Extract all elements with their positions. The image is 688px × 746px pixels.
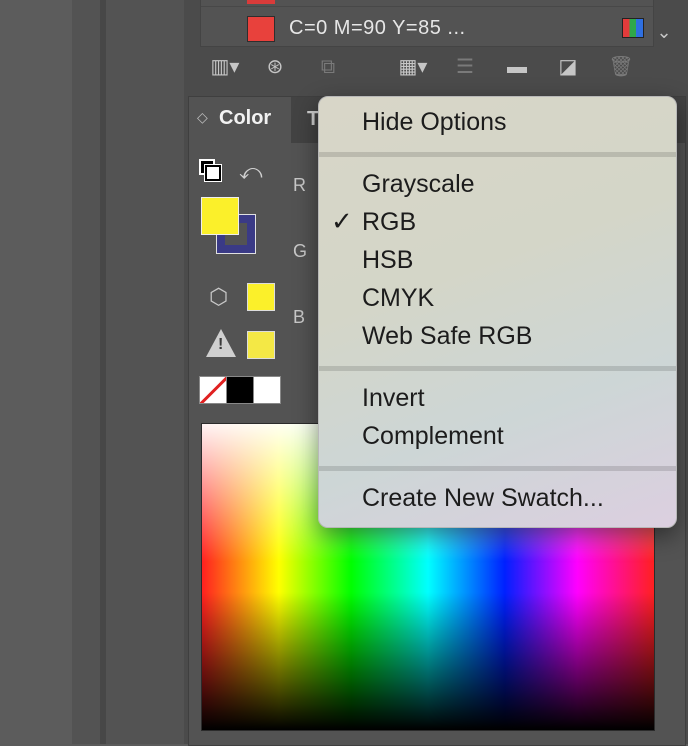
menu-separator: [319, 466, 676, 471]
menu-item-invert[interactable]: Invert: [362, 384, 425, 413]
menu-item-create-new-swatch[interactable]: Create New Swatch...: [362, 484, 604, 513]
fill-swatch[interactable]: [201, 197, 239, 235]
swatches-toolbar: ▥▾ ⊛ ⧉ ▦▾ ☰ ▬ ◪ 🗑: [200, 50, 660, 84]
menu-separator: [319, 152, 676, 157]
none-color-chip[interactable]: [199, 376, 227, 404]
trash-icon[interactable]: 🗑: [608, 54, 634, 80]
white-color-chip[interactable]: [253, 376, 281, 404]
channel-label-r: R: [293, 175, 306, 195]
menu-separator: [319, 366, 676, 371]
show-swatch-kinds-icon[interactable]: ⊛: [262, 54, 288, 80]
swatch-list-view-icon[interactable]: ☰: [452, 54, 478, 80]
chevron-down-icon[interactable]: ⌄: [652, 20, 676, 44]
warning-mark: !: [218, 336, 224, 353]
menu-item-complement[interactable]: Complement: [362, 422, 504, 451]
left-rail: [0, 0, 72, 744]
menu-item-rgb[interactable]: RGB: [362, 208, 416, 237]
left-panel-area: [106, 0, 184, 744]
left-gap: [72, 0, 100, 744]
tab-color-label: Color: [219, 107, 272, 129]
swatch-name: C=0 M=90 Y=85 ...: [289, 17, 466, 39]
menu-item-hsb[interactable]: HSB: [362, 246, 413, 275]
folder-icon[interactable]: ▬: [502, 54, 532, 80]
menu-item-cmyk[interactable]: CMYK: [362, 284, 434, 313]
swap-fill-stroke-icon[interactable]: ⤺: [239, 159, 263, 185]
menu-item-web-safe-rgb[interactable]: Web Safe RGB: [362, 322, 532, 351]
menu-item-hide-options[interactable]: Hide Options: [362, 108, 507, 137]
channel-label-b: B: [293, 307, 306, 327]
black-color-chip[interactable]: [226, 376, 254, 404]
new-color-group-icon[interactable]: ▦▾: [396, 54, 430, 80]
swatch-row[interactable]: C=0 M=90 Y=85 ...: [201, 10, 653, 50]
swatch-row-partial[interactable]: [201, 0, 653, 7]
tab-color[interactable]: ◇ Color: [189, 97, 291, 143]
swatch-chip-partial: [247, 0, 275, 4]
swatch-libraries-icon[interactable]: ▥▾: [208, 54, 242, 80]
web-safe-color-chip[interactable]: [247, 283, 275, 311]
new-swatch-icon[interactable]: ◪: [554, 54, 582, 80]
default-fill-stroke-icon[interactable]: [199, 159, 222, 182]
swatch-chip: [247, 16, 275, 42]
tab-collapse-icon[interactable]: ◇: [197, 109, 208, 126]
cube-icon: ⬡: [209, 284, 229, 309]
gamut-color-chip[interactable]: [247, 331, 275, 359]
checkmark-icon: ✓: [331, 206, 353, 236]
swatches-list[interactable]: C=0 M=90 Y=85 ...: [200, 0, 654, 47]
menu-item-grayscale[interactable]: Grayscale: [362, 170, 475, 199]
color-panel-menu: Hide Options Grayscale ✓ RGB HSB CMYK We…: [318, 96, 677, 528]
process-color-icon: [622, 18, 644, 38]
channel-label-g: G: [293, 241, 308, 261]
swatch-options-icon[interactable]: ⧉: [314, 54, 342, 80]
